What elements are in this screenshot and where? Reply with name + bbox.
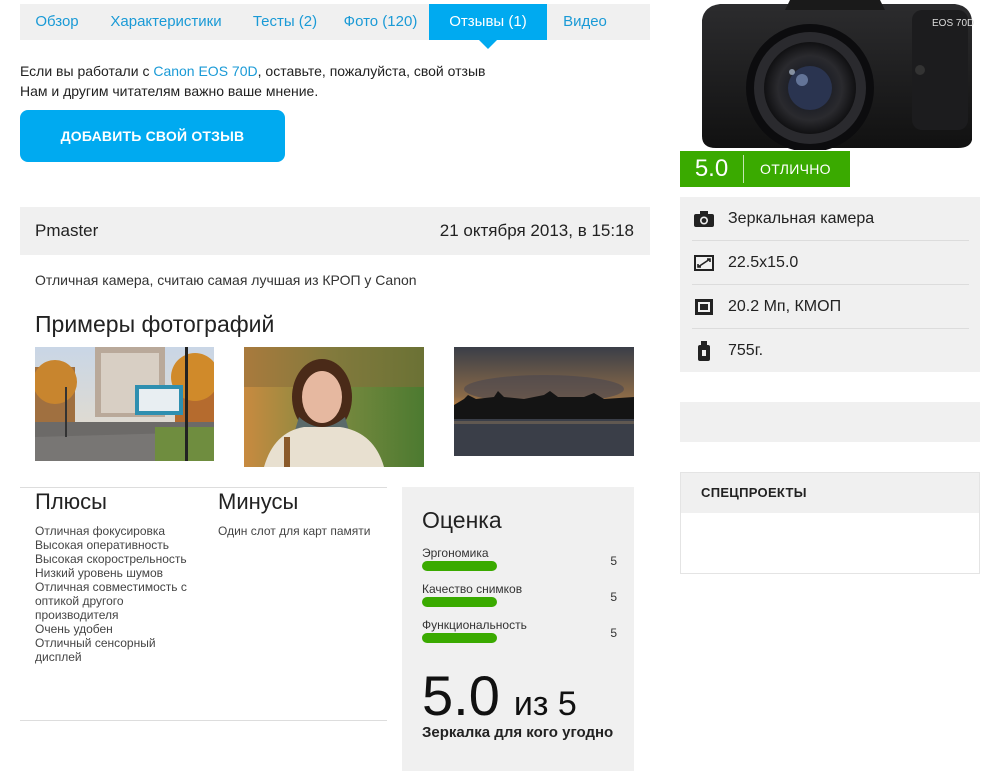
rating-panel: Оценка Эргономика 5 Качество снимков 5 Ф…	[402, 487, 634, 771]
tab-video[interactable]: Видео	[547, 4, 623, 40]
intro-prefix: Если вы работали с	[20, 63, 154, 79]
pro-item: Низкий уровень шумов	[35, 566, 163, 580]
spec-sensor: 20.2 Мп, КМОП	[692, 285, 969, 329]
tab-reviews[interactable]: Отзывы (1)	[429, 4, 547, 49]
sample-photo-sunset[interactable]	[454, 347, 634, 456]
metric-functionality: Функциональность 5	[422, 618, 617, 643]
pros-list: Отличная фокусировка Высокая оперативнос…	[35, 524, 195, 664]
metric-bar	[422, 561, 497, 571]
camera-model-link[interactable]: Canon EOS 70D	[153, 63, 257, 79]
spec-text: 20.2 Мп, КМОП	[728, 297, 842, 315]
sidebar-banner-placeholder	[680, 402, 980, 442]
review-tabs: Обзор Характеристики Тесты (2) Фото (120…	[20, 4, 650, 49]
pro-item: Очень удобен	[35, 622, 113, 636]
cons-title: Минусы	[218, 489, 299, 514]
overall-score-value: 5.0	[422, 664, 500, 727]
spec-camera-type: Зеркальная камера	[692, 197, 969, 241]
camera-product-image[interactable]: EOS 70D	[680, 0, 980, 152]
tab-specifications[interactable]: Характеристики	[94, 4, 238, 40]
pros-cons-top-divider	[20, 487, 387, 488]
spec-text: 22.5x15.0	[728, 253, 799, 271]
cons-list: Один слот для карт памяти	[218, 524, 383, 538]
review-header: Pmaster 21 октября 2013, в 15:18	[20, 207, 650, 255]
special-projects-title: СПЕЦПРОЕКТЫ	[681, 473, 979, 513]
pro-item: Отличная совместимость с оптикой другого…	[35, 580, 187, 622]
tab-overview[interactable]: Обзор	[20, 4, 94, 40]
intro-suffix: , оставьте, пожалуйста, свой отзыв	[257, 63, 486, 79]
score-badge: 5.0 ОТЛИЧНО	[680, 151, 850, 187]
rating-title: Оценка	[422, 507, 502, 533]
review-text: Отличная камера, считаю самая лучшая из …	[35, 272, 417, 288]
sample-photo-portrait[interactable]	[244, 347, 424, 467]
metric-value: 5	[610, 626, 617, 640]
metric-image-quality: Качество снимков 5	[422, 582, 617, 607]
pro-item: Отличная фокусировка	[35, 524, 166, 538]
key-specs: Зеркальная камера 22.5x15.0 20.2 Мп, КМО…	[680, 197, 980, 372]
con-item: Один слот для карт памяти	[218, 524, 371, 538]
pro-item: Отличный сенсорный дисплей	[35, 636, 156, 664]
spec-text: Зеркальная камера	[728, 209, 875, 227]
review-verdict: Зеркалка для кого угодно	[422, 724, 614, 741]
review-author[interactable]: Pmaster	[35, 221, 98, 241]
pros-title: Плюсы	[35, 489, 107, 514]
metric-bar	[422, 633, 497, 643]
metric-label: Эргономика	[422, 546, 489, 560]
metric-value: 5	[610, 590, 617, 604]
pro-item: Высокая скорострельность	[35, 552, 187, 566]
metric-ergonomics: Эргономика 5	[422, 546, 617, 571]
spec-text: 755г.	[728, 342, 764, 359]
pro-item: Высокая оперативность	[35, 538, 170, 552]
add-review-button[interactable]: ДОБАВИТЬ СВОЙ ОТЗЫВ	[20, 110, 285, 162]
spec-weight: 755г.	[692, 329, 969, 373]
tab-photos[interactable]: Фото (120)	[332, 4, 429, 40]
special-projects-block: СПЕЦПРОЕКТЫ	[680, 472, 980, 574]
sensor-chip-icon	[692, 296, 716, 318]
camera-model-text: EOS 70D	[932, 18, 975, 29]
metric-bar	[422, 597, 497, 607]
overall-score: 5.0 из 5	[422, 663, 577, 728]
spec-sensor-size: 22.5x15.0	[692, 241, 969, 285]
tab-tests[interactable]: Тесты (2)	[238, 4, 332, 40]
score-badge-label: ОТЛИЧНО	[760, 161, 831, 177]
metric-label: Качество снимков	[422, 582, 523, 596]
intro-line-2: Нам и другим читателям важно ваше мнение…	[20, 83, 319, 99]
metric-label: Функциональность	[422, 618, 527, 632]
sample-photo-park[interactable]	[35, 347, 214, 461]
sensor-size-icon	[692, 252, 716, 274]
metric-value: 5	[610, 554, 617, 568]
pros-cons-bottom-divider	[20, 720, 387, 721]
camera-icon	[692, 208, 716, 230]
score-badge-value: 5.0	[680, 155, 744, 183]
overall-score-max: из 5	[513, 685, 577, 723]
review-date: 21 октября 2013, в 15:18	[439, 221, 634, 240]
weight-icon	[692, 340, 716, 362]
photo-examples-title: Примеры фотографий	[35, 311, 275, 337]
review-invitation: Если вы работали с Canon EOS 70D, оставь…	[20, 61, 485, 101]
